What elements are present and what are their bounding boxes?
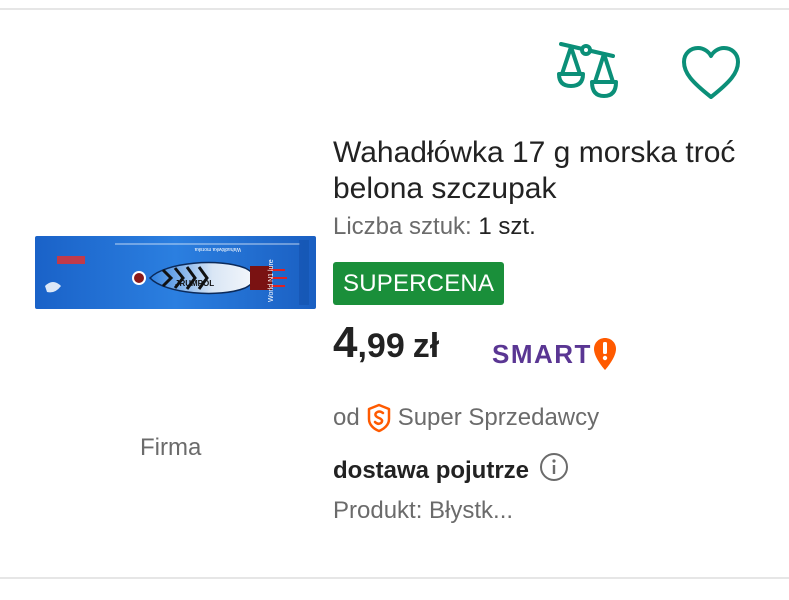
info-button[interactable] — [539, 452, 569, 489]
info-icon — [540, 453, 569, 481]
price-integer: 4 — [333, 318, 358, 367]
super-seller-icon — [367, 403, 390, 433]
product-type: Produkt: Błystk... — [333, 497, 514, 524]
price-currency: zł — [412, 327, 440, 365]
quantity-label: Liczba sztuk: — [333, 213, 472, 240]
top-divider — [0, 8, 789, 10]
brand-label: Firma — [140, 434, 202, 461]
bottom-divider — [0, 577, 789, 579]
smart-exclamation-icon — [593, 338, 616, 370]
favorite-button[interactable] — [680, 44, 742, 102]
product-title[interactable]: Wahadłówka 17 g morska troć belona szczu… — [333, 135, 763, 207]
smart-label: SMART — [492, 338, 592, 369]
product-image[interactable]: JRUMPOL World N1 lure Wahadłówka morska — [35, 236, 316, 309]
heart-icon — [682, 46, 740, 99]
delivery-label: dostawa pojutrze — [333, 456, 530, 484]
compare-scales-icon — [557, 42, 618, 98]
seller-row: od Super Sprzedawcy — [333, 403, 599, 433]
seller-label: Super Sprzedawcy — [397, 404, 600, 431]
quantity-row: Liczba sztuk: 1 szt. — [333, 213, 536, 241]
price: 4,99 zł — [333, 318, 439, 368]
supercena-badge: SUPERCENA — [333, 262, 505, 305]
thumbnail-small-text: Wahadłówka morska — [195, 246, 241, 252]
delivery-row: dostawa pojutrze — [333, 452, 569, 489]
smart-badge: SMART — [492, 336, 618, 372]
seller-prefix: od — [333, 404, 360, 431]
quantity-value: 1 szt. — [478, 213, 536, 240]
compare-button[interactable] — [555, 40, 619, 104]
price-decimal: ,99 — [357, 327, 405, 365]
thumbnail-tagline: World N1 lure — [268, 259, 275, 302]
thumbnail-brand: JRUMPOL — [175, 279, 214, 288]
